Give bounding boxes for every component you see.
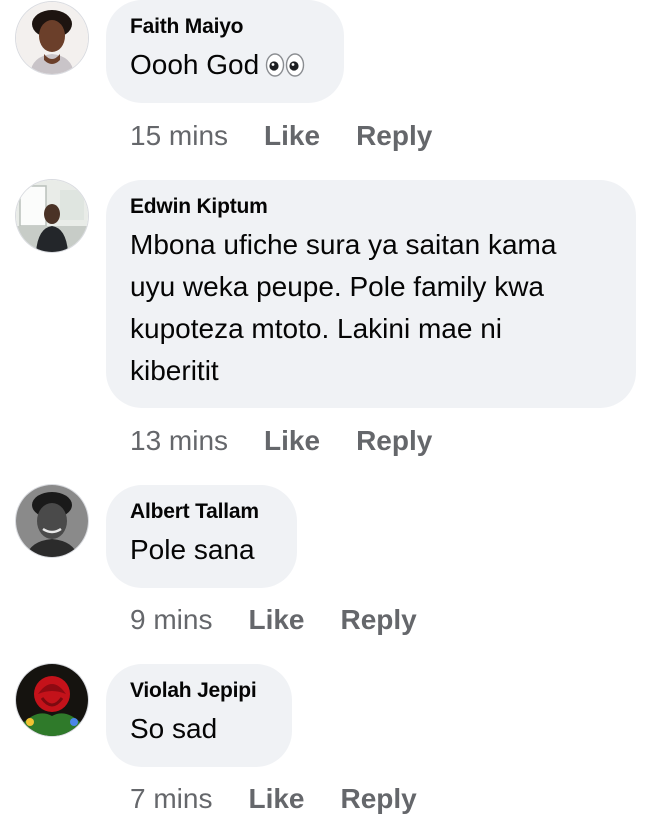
comment-text-content: Oooh God xyxy=(130,49,260,80)
avatar[interactable] xyxy=(16,664,88,736)
comment-author[interactable]: Violah Jepipi xyxy=(130,678,268,704)
user-photo-icon xyxy=(16,2,88,74)
comment-text: Pole sana xyxy=(130,534,255,565)
comment-author[interactable]: Edwin Kiptum xyxy=(130,194,612,220)
comment-bubble: Edwin Kiptum Mbona ufiche sura ya saitan… xyxy=(106,180,636,408)
comment-actions: 7 mins Like Reply xyxy=(130,782,453,816)
like-button[interactable]: Like xyxy=(248,603,304,637)
comment: Albert Tallam Pole sana 9 mins Like Reply xyxy=(0,485,672,645)
comment-actions: 9 mins Like Reply xyxy=(130,603,453,637)
comment-actions: 13 mins Like Reply xyxy=(130,424,468,458)
user-photo-icon xyxy=(16,485,88,557)
like-button[interactable]: Like xyxy=(264,119,320,153)
comment-bubble: Violah Jepipi So sad xyxy=(106,664,292,767)
reply-button[interactable]: Reply xyxy=(341,782,417,816)
comment-timestamp[interactable]: 13 mins xyxy=(130,424,228,458)
avatar[interactable] xyxy=(16,485,88,557)
comment-timestamp[interactable]: 7 mins xyxy=(130,782,212,816)
comment-author[interactable]: Faith Maiyo xyxy=(130,14,320,40)
comment-bubble: Albert Tallam Pole sana xyxy=(106,485,297,588)
like-button[interactable]: Like xyxy=(264,424,320,458)
comment-actions: 15 mins Like Reply xyxy=(130,119,468,153)
comment: Edwin Kiptum Mbona ufiche sura ya saitan… xyxy=(0,180,672,470)
comment: Violah Jepipi So sad 7 mins Like Reply xyxy=(0,664,672,814)
eyes-icon xyxy=(265,48,305,90)
reply-button[interactable]: Reply xyxy=(356,424,432,458)
comment: Faith Maiyo Oooh God 15 mins Like Reply xyxy=(0,0,672,170)
comment-text: Mbona ufiche sura ya saitan kama uyu wek… xyxy=(130,229,557,386)
comment-text: So sad xyxy=(130,713,218,744)
comment-timestamp[interactable]: 15 mins xyxy=(130,119,228,153)
reply-button[interactable]: Reply xyxy=(356,119,432,153)
like-button[interactable]: Like xyxy=(248,782,304,816)
user-photo-icon xyxy=(16,664,88,736)
comment-text: Oooh God xyxy=(130,44,320,90)
comment-bubble: Faith Maiyo Oooh God xyxy=(106,0,344,103)
reply-button[interactable]: Reply xyxy=(341,603,417,637)
comment-timestamp[interactable]: 9 mins xyxy=(130,603,212,637)
user-photo-icon xyxy=(16,180,88,252)
comment-author[interactable]: Albert Tallam xyxy=(130,499,273,525)
avatar[interactable] xyxy=(16,2,88,74)
avatar[interactable] xyxy=(16,180,88,252)
